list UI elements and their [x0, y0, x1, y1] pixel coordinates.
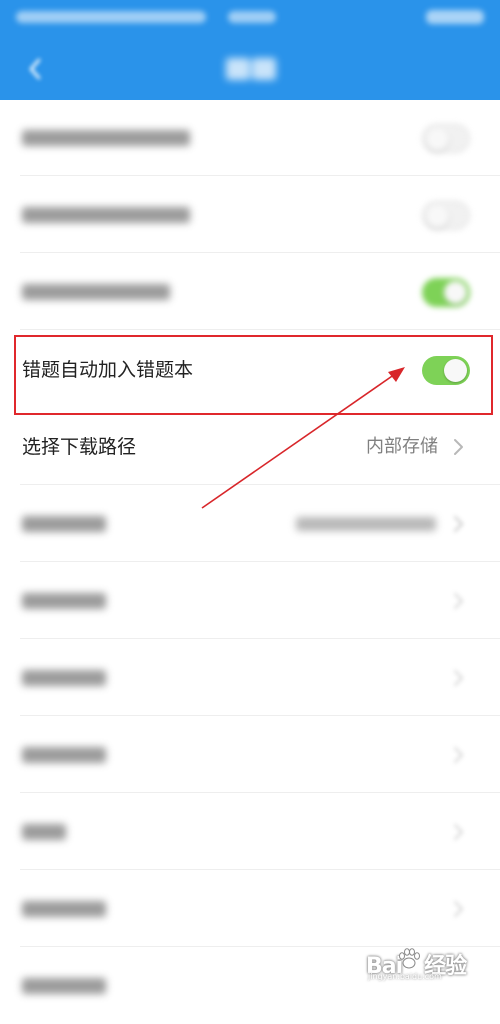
- settings-row-auto-add-wrong[interactable]: 错题自动加入错题本: [0, 332, 500, 408]
- settings-row-blurred-11[interactable]: [0, 871, 500, 947]
- blurred-label: [22, 284, 170, 300]
- toggle-knob: [444, 359, 467, 382]
- blurred-label: [22, 670, 106, 686]
- status-bar: [0, 0, 500, 38]
- toggle-knob: [426, 205, 449, 228]
- settings-row-blurred-7[interactable]: [0, 563, 500, 639]
- auto-add-wrong-toggle[interactable]: [422, 356, 470, 385]
- baidu-jingyan-watermark: Bai 经验 jingyan.baidu.com: [366, 946, 476, 986]
- divider: [20, 638, 500, 639]
- setting-toggle[interactable]: [422, 124, 470, 153]
- chevron-right-icon: [454, 516, 463, 532]
- settings-row-blurred-9[interactable]: [0, 717, 500, 793]
- chevron-right-icon: [454, 439, 463, 455]
- blurred-label: [22, 824, 66, 840]
- download-path-value: 内部存储: [366, 436, 438, 457]
- divider: [20, 561, 500, 562]
- divider: [20, 484, 500, 485]
- divider: [20, 715, 500, 716]
- chevron-right-icon: [454, 747, 463, 763]
- blurred-label: [22, 516, 106, 532]
- divider: [20, 792, 500, 793]
- page-title: [220, 54, 280, 84]
- status-battery-icon: [426, 10, 484, 24]
- divider: [20, 329, 500, 330]
- watermark-url: jingyan.baidu.com: [368, 972, 442, 981]
- back-icon[interactable]: [22, 54, 48, 84]
- toggle-knob: [444, 281, 467, 304]
- auto-add-wrong-label: 错题自动加入错题本: [22, 359, 194, 381]
- blurred-label: [22, 130, 190, 146]
- settings-row-blurred-8[interactable]: [0, 640, 500, 716]
- download-path-label: 选择下载路径: [22, 436, 137, 458]
- settings-row-blurred-10[interactable]: [0, 794, 500, 870]
- nav-bar: [0, 38, 500, 100]
- setting-toggle[interactable]: [422, 201, 470, 230]
- settings-row-blurred-1[interactable]: [0, 100, 500, 176]
- chevron-right-icon: [454, 593, 463, 609]
- divider: [20, 175, 500, 176]
- settings-row-blurred-6[interactable]: [0, 486, 500, 562]
- chevron-right-icon: [454, 824, 463, 840]
- divider: [20, 252, 500, 253]
- chevron-right-icon: [454, 901, 463, 917]
- blurred-label: [22, 207, 190, 223]
- status-carrier-info: [16, 11, 206, 23]
- toggle-knob: [426, 128, 449, 151]
- blurred-value: [296, 517, 436, 531]
- setting-toggle[interactable]: [422, 278, 470, 307]
- paw-icon: [399, 948, 420, 969]
- blurred-label: [22, 747, 106, 763]
- blurred-label: [22, 593, 106, 609]
- settings-row-download-path[interactable]: 选择下载路径 内部存储: [0, 409, 500, 485]
- settings-row-blurred-3[interactable]: [0, 254, 500, 330]
- blurred-label: [22, 901, 106, 917]
- settings-row-blurred-2[interactable]: [0, 177, 500, 253]
- divider: [20, 869, 500, 870]
- blurred-label: [22, 978, 106, 994]
- status-time: [228, 11, 276, 23]
- chevron-right-icon: [454, 670, 463, 686]
